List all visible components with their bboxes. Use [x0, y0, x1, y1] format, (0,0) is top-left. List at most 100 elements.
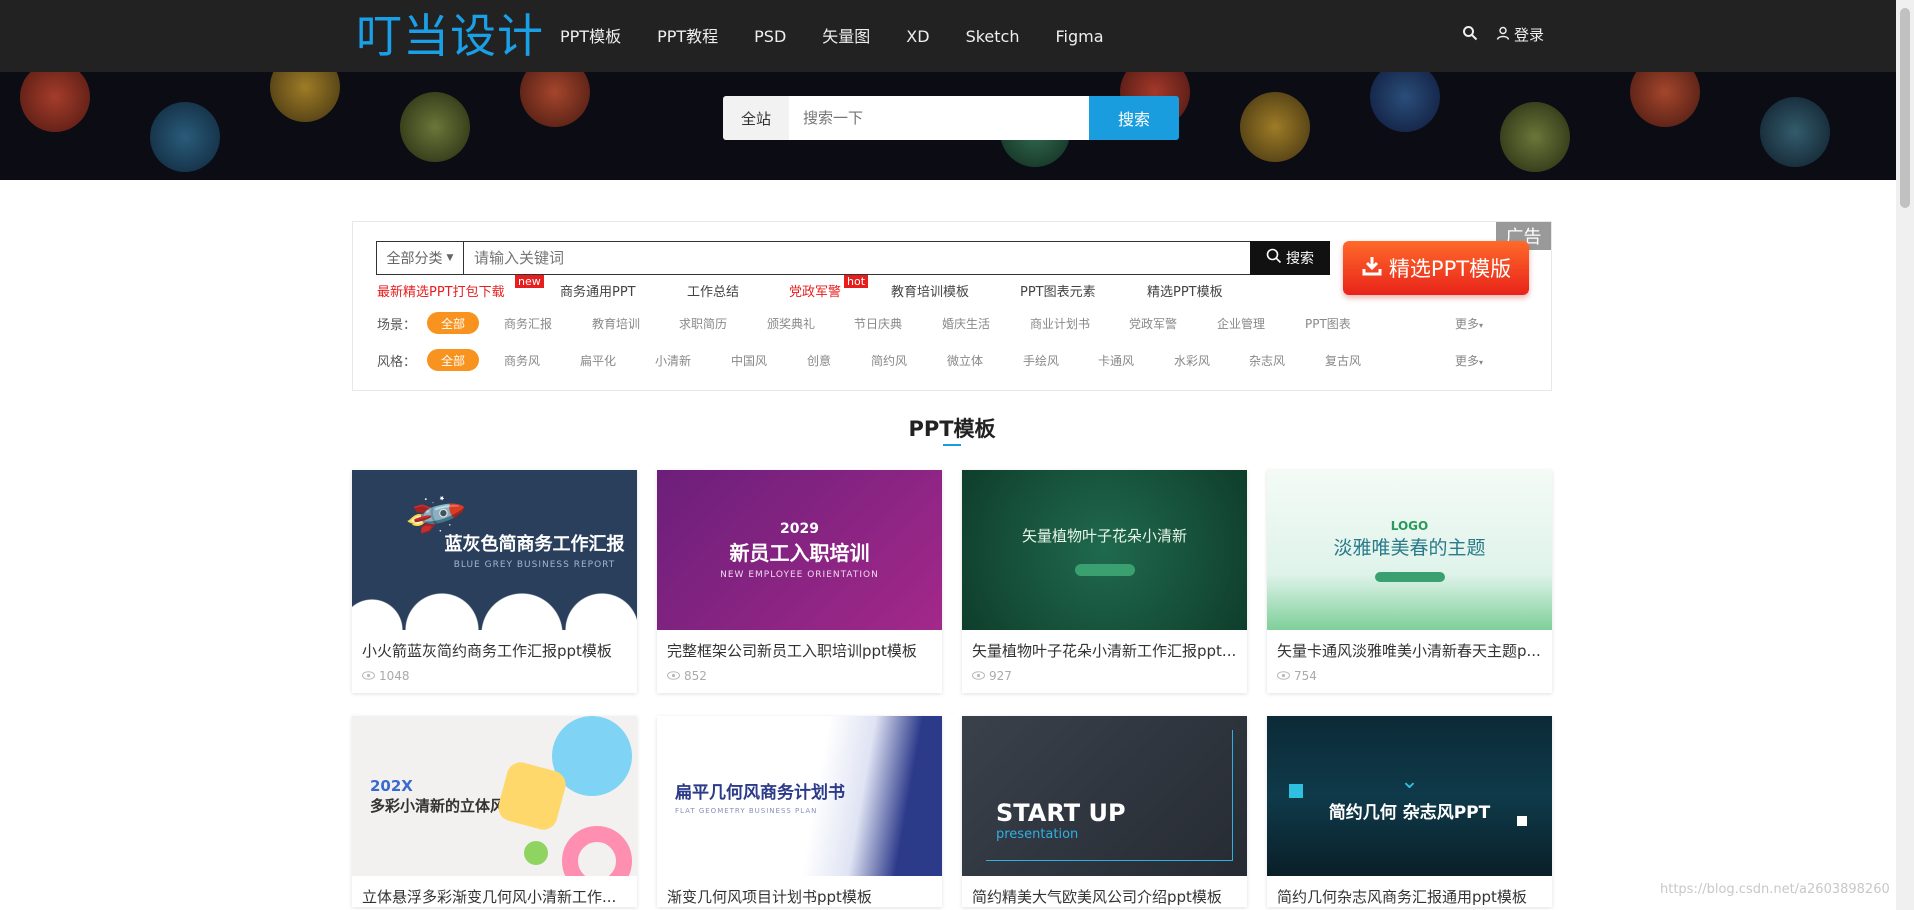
search-icon[interactable]	[1462, 25, 1478, 45]
banner-decoration	[1630, 72, 1700, 127]
scene-option[interactable]: 颁奖典礼	[767, 315, 815, 332]
vertical-scrollbar[interactable]	[1896, 0, 1914, 910]
scene-label: 场景：	[377, 317, 417, 333]
hot-link[interactable]: 最新精选PPT打包下载	[377, 281, 505, 300]
style-option[interactable]: 中国风	[731, 352, 767, 369]
thumb-decoration	[562, 826, 632, 876]
card-views: 927	[962, 661, 1247, 693]
eye-icon	[362, 669, 375, 683]
nav-ppt-templates[interactable]: PPT模板	[560, 24, 621, 50]
card-title[interactable]: 矢量卡通风淡雅唯美小清新春天主题p...	[1267, 630, 1552, 661]
banner-decoration	[520, 72, 590, 127]
section-title-underline	[943, 444, 961, 446]
banner-decoration	[400, 92, 470, 162]
watermark: https://blog.csdn.net/a2603898260	[1660, 882, 1890, 897]
card-title[interactable]: 小火箭蓝灰简约商务工作汇报ppt模板	[352, 630, 637, 661]
scene-option[interactable]: 求职简历	[679, 315, 727, 332]
thumb-title: 扁平几何风商务计划书	[675, 782, 845, 803]
eye-icon	[667, 669, 680, 683]
style-more-label: 更多	[1455, 353, 1480, 368]
hot-badge: hot	[844, 275, 869, 288]
search-scope-select[interactable]: 全站	[723, 96, 789, 140]
template-card[interactable]: START UP presentation 简约精美大气欧美风公司介绍ppt模板	[962, 716, 1247, 907]
category-select[interactable]: 全部分类 ▼	[377, 242, 464, 274]
keyword-search: 全部分类 ▼	[376, 241, 1251, 275]
banner-decoration	[1240, 92, 1310, 162]
hot-link[interactable]: 商务通用PPT	[560, 281, 636, 300]
card-title[interactable]: 简约精美大气欧美风公司介绍ppt模板	[962, 876, 1247, 907]
style-option[interactable]: 商务风	[504, 352, 540, 369]
thumb-decoration	[986, 730, 1233, 861]
style-option[interactable]: 卡通风	[1098, 352, 1134, 369]
hot-link[interactable]: 工作总结	[687, 281, 739, 300]
card-views: 852	[657, 661, 942, 693]
style-filter-row: 风格： 全部 商务风 扁平化 小清新 中国风 创意 简约风 微立体 手绘风 卡通…	[377, 349, 1487, 371]
chevron-down-icon: ⌄	[1400, 769, 1419, 794]
scene-option[interactable]: 企业管理	[1217, 315, 1265, 332]
keyword-input[interactable]	[464, 242, 1250, 274]
card-title[interactable]: 矢量植物叶子花朵小清新工作汇报ppt...	[962, 630, 1247, 661]
card-thumbnail: 202X 多彩小清新的立体风	[352, 716, 637, 876]
style-option[interactable]: 扁平化	[580, 352, 616, 369]
style-option[interactable]: 简约风	[871, 352, 907, 369]
nav-sketch[interactable]: Sketch	[966, 24, 1020, 50]
style-option[interactable]: 水彩风	[1174, 352, 1210, 369]
scene-option[interactable]: 教育培训	[592, 315, 640, 332]
template-card[interactable]: 扁平几何风商务计划书 FLAT GEOMETRY BUSINESS PLAN 渐…	[657, 716, 942, 907]
nav-ppt-tutorials[interactable]: PPT教程	[657, 24, 718, 50]
style-all-pill[interactable]: 全部	[427, 349, 479, 371]
template-card[interactable]: 矢量植物叶子花朵小清新 矢量植物叶子花朵小清新工作汇报ppt... 927	[962, 470, 1247, 693]
card-title[interactable]: 渐变几何风项目计划书ppt模板	[657, 876, 942, 907]
card-thumbnail: ⌄ 简约几何 杂志风PPT	[1267, 716, 1552, 876]
scene-option[interactable]: 党政军警	[1129, 315, 1177, 332]
keyword-search-button[interactable]: 搜索	[1250, 241, 1330, 275]
card-thumbnail: START UP presentation	[962, 716, 1247, 876]
thumb-title: 新员工入职培训	[729, 540, 870, 565]
caret-down-icon: ▼	[446, 253, 454, 263]
card-title[interactable]: 立体悬浮多彩渐变几何风小清新工作...	[352, 876, 637, 907]
template-card[interactable]: ⌄ 简约几何 杂志风PPT 简约几何杂志风商务汇报通用ppt模板	[1267, 716, 1552, 907]
nav-figma[interactable]: Figma	[1055, 24, 1103, 50]
scene-option[interactable]: 商业计划书	[1030, 315, 1090, 332]
style-option[interactable]: 微立体	[947, 352, 983, 369]
style-option[interactable]: 手绘风	[1023, 352, 1059, 369]
nav-psd[interactable]: PSD	[754, 24, 786, 50]
main-nav: PPT模板 PPT教程 PSD 矢量图 XD Sketch Figma	[560, 24, 1140, 50]
view-count: 754	[1294, 669, 1317, 683]
site-logo[interactable]: 叮当设计	[356, 6, 544, 66]
scene-option[interactable]: 节日庆典	[854, 315, 902, 332]
nav-vector[interactable]: 矢量图	[822, 24, 870, 50]
style-option[interactable]: 小清新	[655, 352, 691, 369]
scrollbar-thumb[interactable]	[1900, 8, 1910, 208]
style-more[interactable]: 更多▾	[1455, 352, 1483, 369]
hot-link[interactable]: PPT图表元素	[1020, 281, 1096, 300]
card-views: 754	[1267, 661, 1552, 693]
template-card[interactable]: 2029 新员工入职培训 NEW EMPLOYEE ORIENTATION 完整…	[657, 470, 942, 693]
scene-more[interactable]: 更多▾	[1455, 315, 1483, 332]
template-card[interactable]: LOGO 淡雅唯美春的主题 矢量卡通风淡雅唯美小清新春天主题p... 754	[1267, 470, 1552, 693]
promo-button[interactable]: 精选PPT模版	[1343, 241, 1529, 295]
hot-link[interactable]: 精选PPT模板	[1147, 281, 1223, 300]
card-thumbnail: LOGO 淡雅唯美春的主题	[1267, 470, 1552, 630]
scene-option[interactable]: 商务汇报	[504, 315, 552, 332]
style-option[interactable]: 创意	[807, 352, 831, 369]
site-search-button[interactable]: 搜索	[1089, 96, 1179, 140]
template-card[interactable]: 202X 多彩小清新的立体风 立体悬浮多彩渐变几何风小清新工作...	[352, 716, 637, 907]
hot-link[interactable]: 教育培训模板	[891, 281, 969, 300]
scene-option[interactable]: 婚庆生活	[942, 315, 990, 332]
scene-all-pill[interactable]: 全部	[427, 312, 479, 334]
template-card[interactable]: 蓝灰色简商务工作汇报 BLUE GREY BUSINESS REPORT 🚀 小…	[352, 470, 637, 693]
login-link[interactable]: 登录	[1496, 24, 1544, 45]
card-title[interactable]: 完整框架公司新员工入职培训ppt模板	[657, 630, 942, 661]
style-option[interactable]: 杂志风	[1249, 352, 1285, 369]
style-option[interactable]: 复古风	[1325, 352, 1361, 369]
eye-icon	[1277, 669, 1290, 683]
site-search-input[interactable]	[789, 96, 1089, 140]
thumb-subtitle: 202X	[370, 776, 413, 795]
card-title[interactable]: 简约几何杂志风商务汇报通用ppt模板	[1267, 876, 1552, 907]
hot-link[interactable]: 党政军警	[789, 281, 841, 300]
scene-option[interactable]: PPT图表	[1305, 315, 1351, 332]
card-thumbnail: 2029 新员工入职培训 NEW EMPLOYEE ORIENTATION	[657, 470, 942, 630]
view-count: 852	[684, 669, 707, 683]
nav-xd[interactable]: XD	[906, 24, 929, 50]
